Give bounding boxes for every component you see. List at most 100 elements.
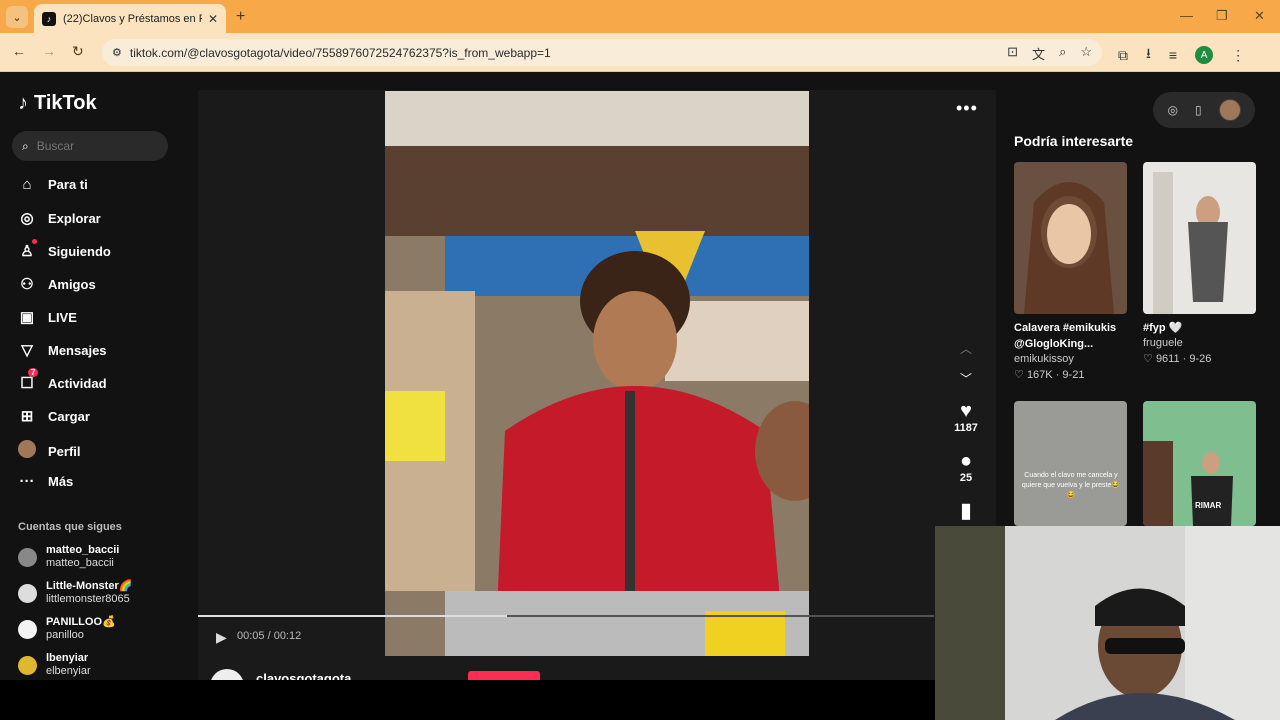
close-icon[interactable]: ✕ <box>208 12 218 26</box>
address-bar[interactable]: ⚙ tiktok.com/@clavosgotagota/video/75589… <box>102 39 1102 66</box>
save-button[interactable]: ▮ <box>944 500 988 522</box>
video-caption: #fyp 🤍 <box>1143 322 1183 334</box>
phone-icon[interactable]: ▯ <box>1195 103 1202 117</box>
comment-icon: ● <box>959 450 973 472</box>
nav-actividad[interactable]: ☐ 7 Actividad <box>18 368 107 392</box>
like-button[interactable]: ♥ 1187 <box>944 400 988 434</box>
maximize-icon[interactable]: ❐ <box>1216 8 1228 24</box>
download-icon[interactable]: ⭳ <box>1146 43 1151 67</box>
thumbnail-overlay-text: Cuando el clavo me cancela y quiere que … <box>1021 472 1121 499</box>
site-info-icon[interactable]: ⚙ <box>112 46 122 59</box>
search-icon: ⌕ <box>22 138 29 153</box>
profile-avatar[interactable]: A <box>1195 46 1214 64</box>
minimize-icon[interactable]: — <box>1180 8 1193 23</box>
window-close-icon[interactable]: ✕ <box>1254 8 1265 24</box>
video-user[interactable]: fruguele <box>1143 337 1257 349</box>
search-box[interactable]: ⌕ <box>12 131 168 161</box>
nav-amigos[interactable]: ⚇ Amigos <box>18 275 95 293</box>
thumbnail-overlay-text: RIMAR <box>1195 501 1222 510</box>
avatar[interactable] <box>1218 99 1241 121</box>
translate-icon[interactable]: 文 <box>1032 44 1045 63</box>
avatar <box>18 619 37 639</box>
compass-icon[interactable]: ◎ <box>1167 103 1177 117</box>
bookmark-icon: ▮ <box>960 500 972 522</box>
following-account[interactable]: matteo_baccii matteo_baccii <box>18 544 119 570</box>
tiktok-logo[interactable]: ♪ TikTok <box>18 92 97 115</box>
suggested-video[interactable]: Calavera #emikukis @GlogloKing... emikuk… <box>1014 162 1128 381</box>
suggestions-header: Podría interesarte <box>1014 133 1134 149</box>
nav-cargar[interactable]: ⊞ Cargar <box>18 407 90 425</box>
browser-menu-icon[interactable]: ⋮ <box>1231 47 1245 64</box>
video-caption: Calavera #emikukis @GlogloKing... <box>1014 322 1117 350</box>
browser-toolbar: ← → ↻ ⚙ tiktok.com/@clavosgotagota/video… <box>0 33 1280 72</box>
activity-badge: 7 <box>28 368 39 377</box>
top-actions: ◎ ▯ <box>1153 92 1255 128</box>
like-count: 1187 <box>954 422 978 434</box>
video-thumbnail[interactable] <box>1143 162 1256 314</box>
page-bottom-strip <box>0 680 935 720</box>
next-video-icon[interactable]: ﹀ <box>960 370 972 387</box>
nav-explorar[interactable]: ◎ Explorar <box>18 209 100 227</box>
video-time: 00:05 / 00:12 <box>237 630 302 642</box>
browser-tab[interactable]: ♪ (22)Clavos y Préstamos en Perú ✕ <box>34 4 226 33</box>
video-content[interactable] <box>385 91 809 656</box>
tiktok-icon: ♪ <box>18 92 28 114</box>
live-icon: ▣ <box>19 309 35 326</box>
new-tab-button[interactable]: + <box>236 8 245 26</box>
video-thumbnail[interactable] <box>1014 162 1127 314</box>
search-input[interactable] <box>36 139 147 153</box>
zoom-icon[interactable]: ⌕ <box>1059 44 1066 63</box>
following-account[interactable]: Little-Monster🌈 littlemonster8065 <box>18 580 132 606</box>
avatar <box>18 583 37 603</box>
nav-siguiendo[interactable]: ♙ Siguiendo <box>18 239 111 260</box>
progress-bar[interactable] <box>198 615 934 617</box>
comment-count: 25 <box>959 472 973 484</box>
url-text[interactable]: tiktok.com/@clavosgotagota/video/7558976… <box>130 46 551 60</box>
media-controls-icon[interactable]: ≡ <box>1169 47 1177 63</box>
more-options-icon[interactable]: ••• <box>956 98 978 119</box>
avatar <box>18 655 37 675</box>
play-icon[interactable]: ▶ <box>216 629 227 646</box>
heart-icon: ♡ <box>1014 369 1024 381</box>
comment-button[interactable]: ● 25 <box>944 450 988 484</box>
video-thumbnail[interactable]: Cuando el clavo me cancela y quiere que … <box>1014 401 1127 526</box>
video-player[interactable]: ••• ︿ ﹀ ♥ 1187 ● 25 ▮ ▶ 00:05 / 00:12 <box>198 90 996 680</box>
nav-mensajes[interactable]: ▽ Mensajes <box>18 341 106 359</box>
heart-icon: ♡ <box>1143 353 1153 365</box>
following-account[interactable]: lbenyiar elbenyiar <box>18 652 91 678</box>
previous-video-icon[interactable]: ︿ <box>960 340 972 357</box>
following-header: Cuentas que sigues <box>18 521 122 533</box>
video-thumbnail[interactable]: RIMAR <box>1143 401 1256 526</box>
bookmark-star-icon[interactable]: ☆ <box>1080 44 1092 63</box>
profile-avatar <box>18 440 36 462</box>
home-icon: ⌂ <box>22 176 32 193</box>
reload-icon[interactable]: ↻ <box>72 43 84 60</box>
webcam-overlay <box>935 526 1280 720</box>
tab-search-button[interactable]: ⌄ <box>6 6 28 28</box>
nav-live[interactable]: ▣ LIVE <box>18 308 77 326</box>
messages-icon: ▽ <box>21 342 33 359</box>
upload-icon: ⊞ <box>20 408 34 425</box>
tab-title: (22)Clavos y Préstamos en Perú <box>63 12 202 25</box>
suggested-video[interactable]: Cuando el clavo me cancela y quiere que … <box>1014 401 1128 526</box>
following-account[interactable]: PANILLOO💰 panilloo <box>18 616 116 642</box>
browser-tab-bar: ⌄ ♪ (22)Clavos y Préstamos en Perú ✕ + —… <box>0 0 1280 33</box>
nav-mas[interactable]: ··· Más <box>18 473 74 490</box>
avatar <box>18 547 37 567</box>
heart-icon: ♥ <box>960 400 972 422</box>
following-icon: ♙ <box>18 239 37 260</box>
forward-icon[interactable]: → <box>42 43 56 59</box>
extensions-icon[interactable]: ⧉ <box>1118 47 1128 64</box>
suggested-video[interactable]: RIMAR <box>1143 401 1257 526</box>
compass-icon: ◎ <box>20 210 34 227</box>
video-user[interactable]: emikukissoy <box>1014 353 1128 365</box>
tiktok-icon: ♪ <box>42 11 56 26</box>
nav-para-ti[interactable]: ⌂ Para ti <box>18 176 87 193</box>
suggested-video[interactable]: #fyp 🤍 fruguele ♡ 9611 · 9-26 <box>1143 162 1257 365</box>
friends-icon: ⚇ <box>20 276 34 293</box>
nav-perfil[interactable]: Perfil <box>18 440 81 462</box>
install-app-icon[interactable]: ⊡ <box>1007 44 1018 63</box>
video-frame-image <box>385 91 809 656</box>
back-icon[interactable]: ← <box>12 43 26 59</box>
more-icon: ··· <box>19 473 35 490</box>
